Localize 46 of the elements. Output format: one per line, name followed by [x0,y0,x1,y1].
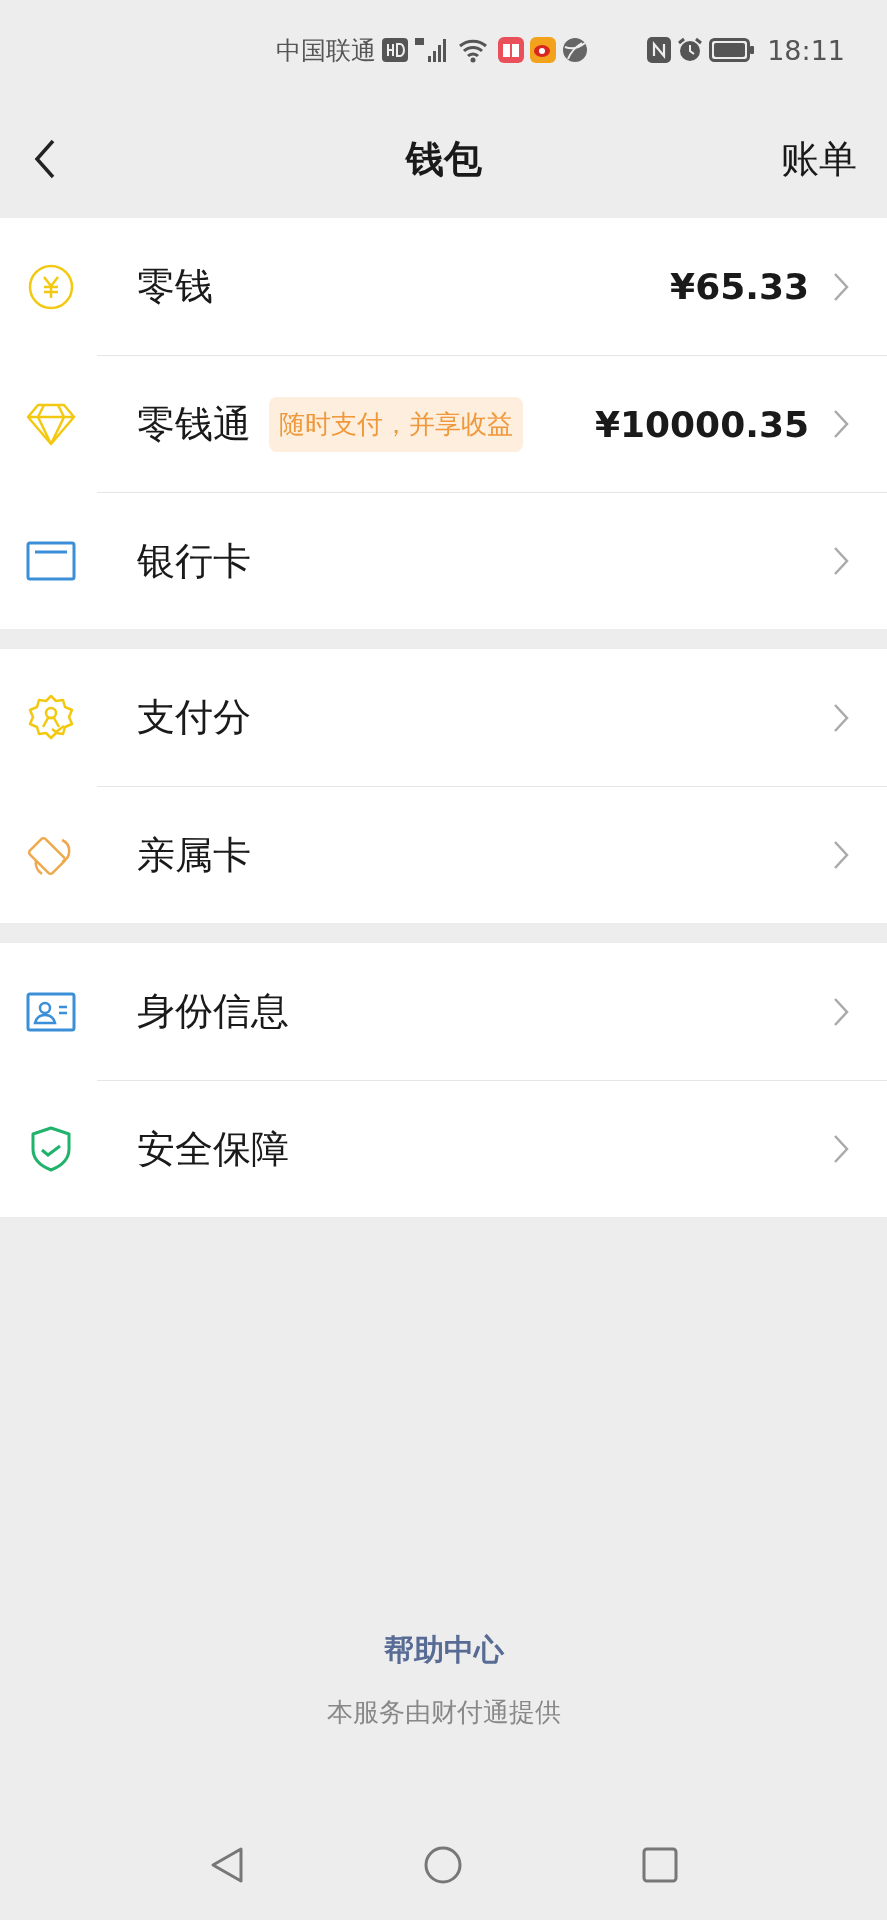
help-center-link[interactable]: 帮助中心 [383,1630,504,1671]
bill-button[interactable]: 账单 [781,133,857,185]
chevron-icon [833,546,849,576]
chevron-icon [833,271,849,302]
menu-item[interactable]: 银行卡 [0,492,887,629]
chevron-icon [833,840,849,870]
home-nav-icon[interactable] [423,1845,464,1885]
item-label: 亲属卡 [137,831,251,879]
menu-item[interactable]: 支付分 [0,649,887,786]
id-card-icon [25,991,76,1032]
menu-item[interactable]: 安全保障 [0,1080,887,1217]
item-label: 零钱通 [137,400,251,448]
diamond-icon [25,401,76,446]
menu-item[interactable]: 零钱 ¥65.33 [0,218,887,355]
chevron-icon [833,1134,849,1164]
bank-card-icon [25,540,76,581]
balance-amount: ¥10000.35 [594,403,809,445]
hd-icon [382,38,408,62]
nfc-icon [647,37,672,63]
item-label: 支付分 [137,694,251,741]
menu-item[interactable]: 亲属卡 [0,786,887,923]
menu-item[interactable]: 零钱通 随时支付，并享收益 ¥10000.35 [0,355,887,492]
back-nav-icon[interactable] [209,1845,246,1885]
promo-tag: 随时支付，并享收益 [269,396,523,452]
item-label: 零钱 [137,263,213,310]
chevron-icon [833,409,849,439]
item-label: 银行卡 [137,537,251,585]
clock-time: 18:11 [767,34,845,66]
chevron-icon [833,996,849,1027]
page-title: 钱包 [405,135,482,183]
carrier-name: 中国联通 [276,34,376,67]
balance-amount: ¥65.33 [670,266,809,307]
provider-note: 本服务由财付通提供 [326,1696,561,1729]
eye-app-icon [530,37,556,63]
yen-coin-icon [26,262,75,311]
globe-icon [562,37,588,63]
battery-icon [709,38,756,62]
menu-item[interactable]: 身份信息 [0,943,887,1080]
item-label: 身份信息 [137,988,289,1035]
recents-nav-icon[interactable] [641,1847,678,1883]
back-icon [34,139,56,179]
item-label: 安全保障 [137,1125,289,1173]
book-app-icon [498,37,524,63]
alarm-icon [677,37,704,63]
back-button[interactable] [34,139,56,179]
chevron-icon [833,702,849,733]
